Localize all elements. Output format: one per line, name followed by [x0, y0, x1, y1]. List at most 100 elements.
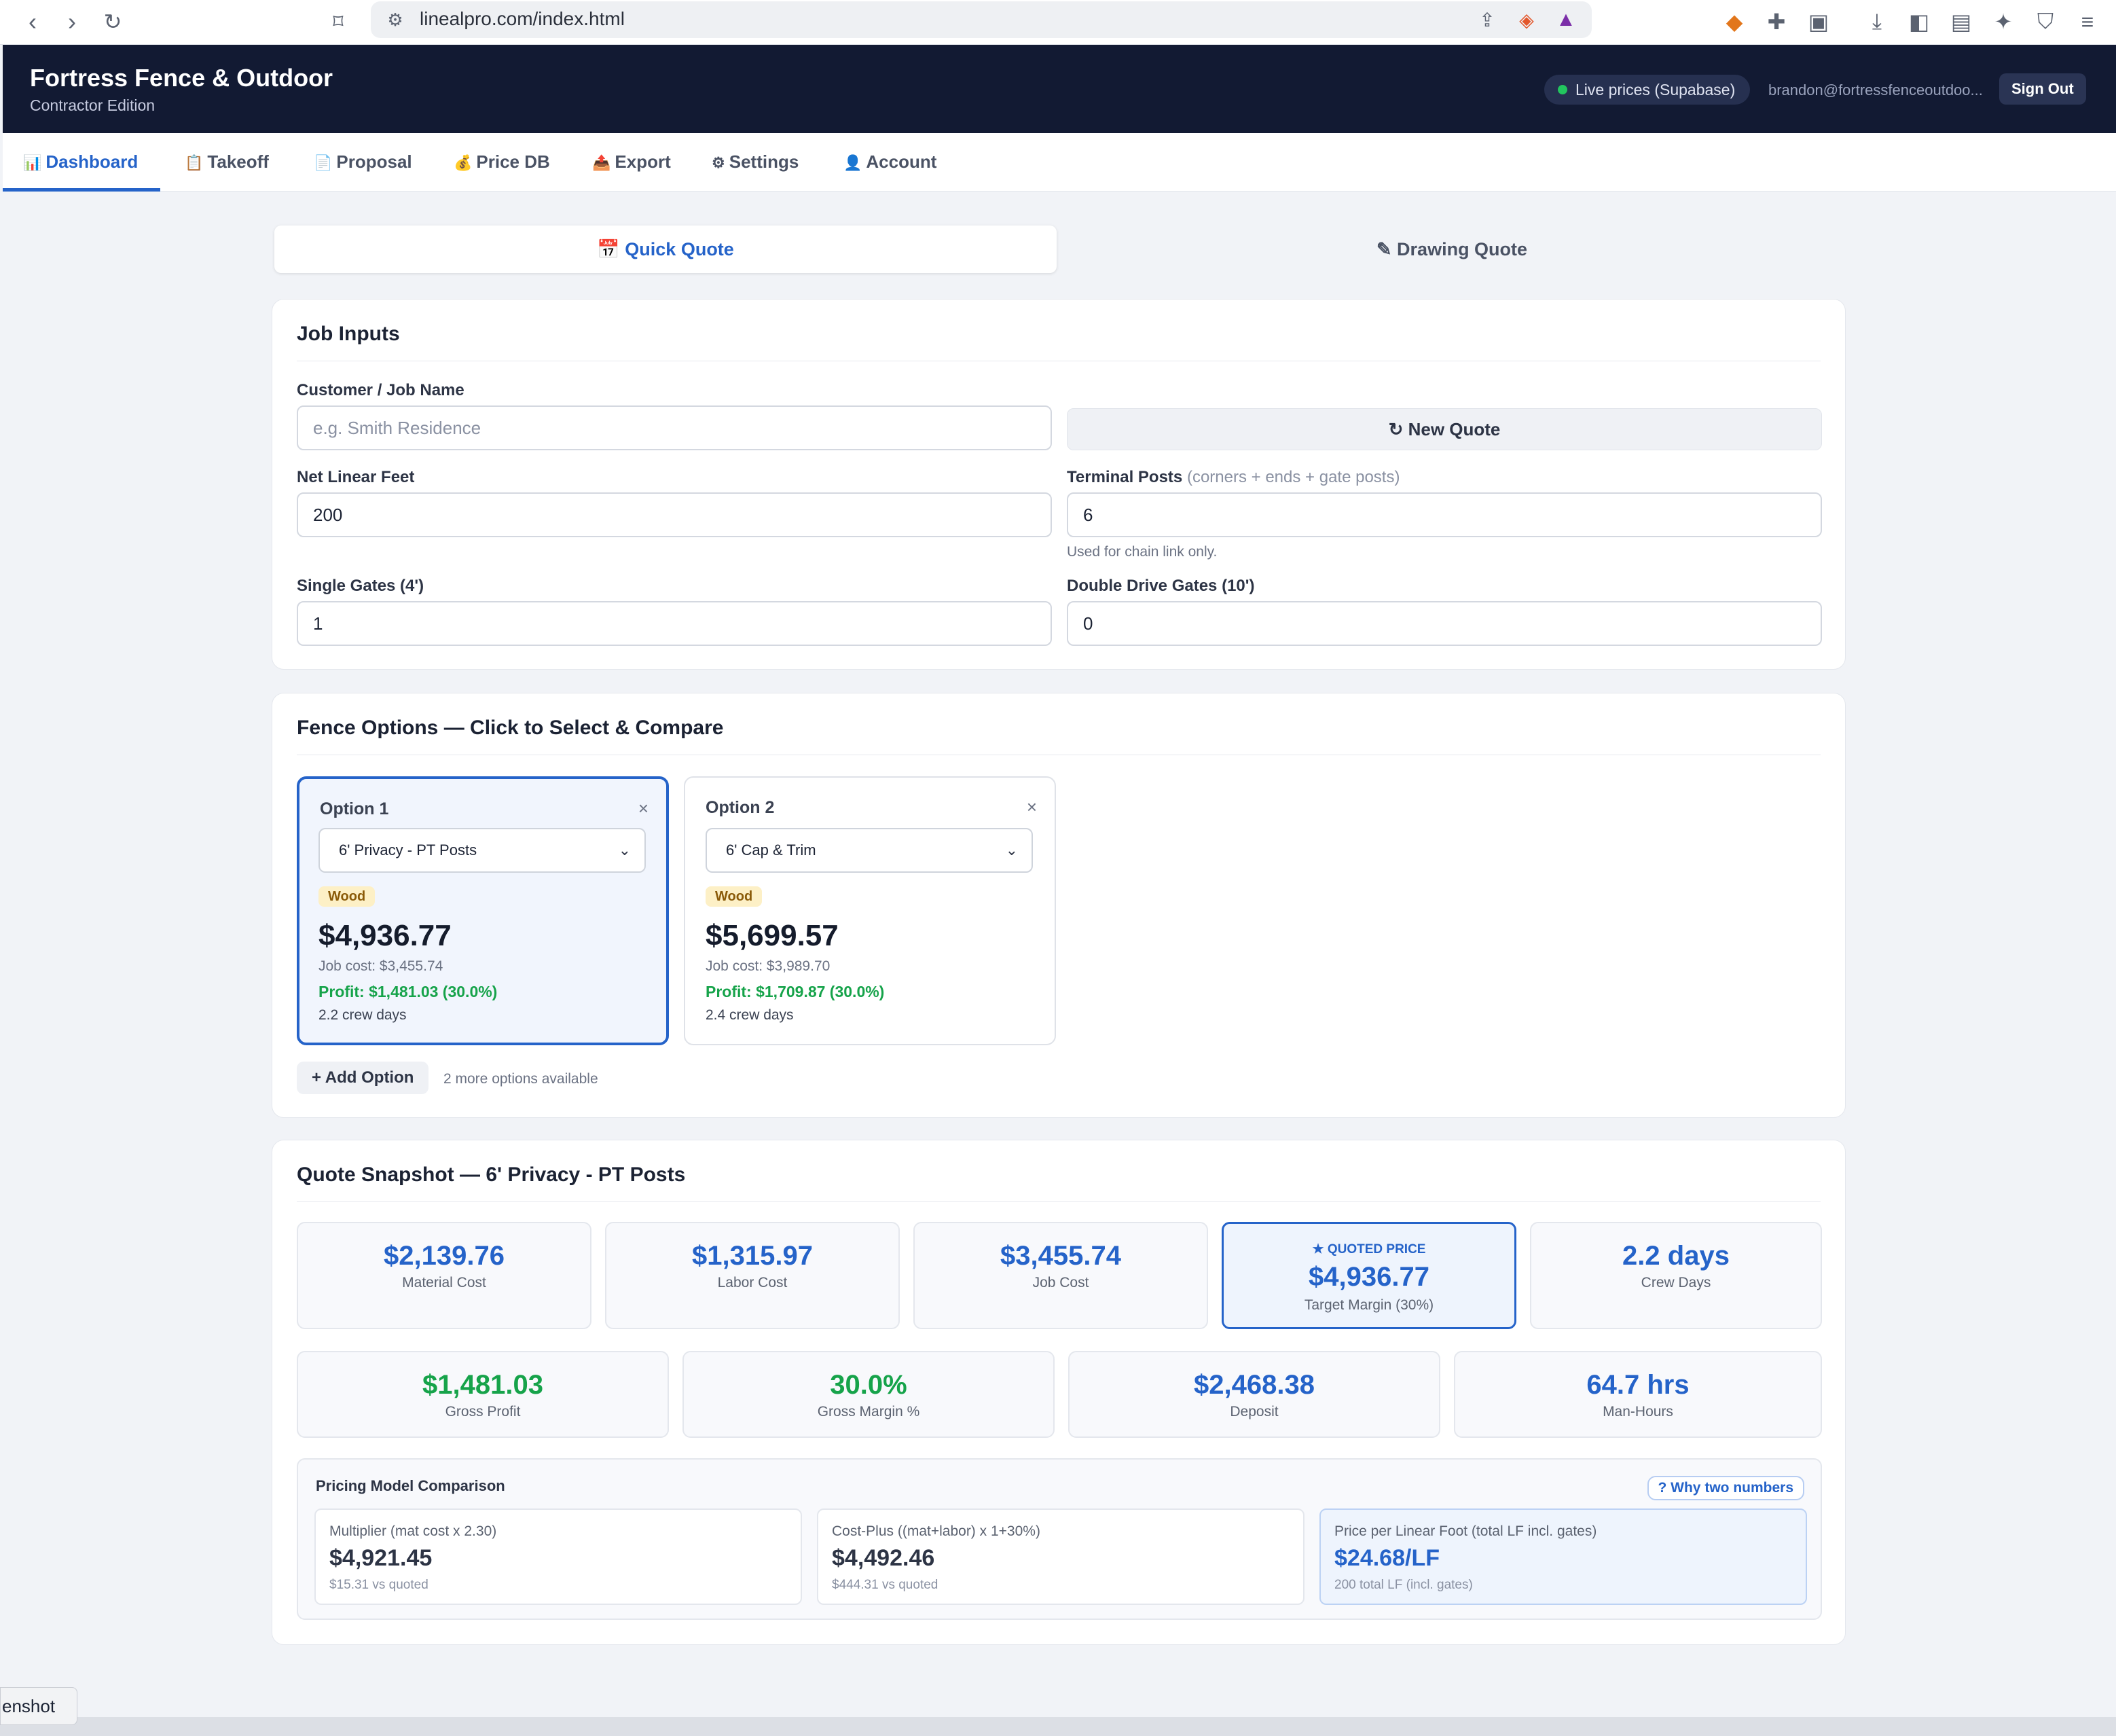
material-badge: Wood	[318, 886, 376, 907]
option-price: $5,699.57	[706, 919, 839, 952]
close-icon[interactable]: ×	[1027, 797, 1037, 818]
metamask-icon[interactable]: ◆	[1718, 5, 1751, 38]
fence-options-card: Fence Options — Click to Select & Compar…	[272, 693, 1846, 1118]
tab-label: Account	[866, 151, 937, 172]
clipboard-icon: 📋	[185, 154, 204, 171]
stat-value: $2,468.38	[1194, 1370, 1315, 1400]
terminal-posts-input[interactable]: 6	[1067, 492, 1822, 537]
tab-export[interactable]: 📤 Export	[572, 133, 691, 192]
status-dot-icon	[1558, 85, 1567, 94]
brand-title: Fortress Fence & Outdoor	[30, 64, 333, 92]
snapshot-title: Quote Snapshot — 6' Privacy - PT Posts	[297, 1163, 686, 1186]
wallet-icon[interactable]: ▤	[1945, 5, 1977, 38]
download-icon[interactable]: ⤓	[1861, 5, 1893, 38]
option-profit: Profit: $1,709.87 (30.0%)	[706, 983, 885, 1000]
reload-icon[interactable]: ↻	[96, 5, 129, 38]
bottom-bar	[0, 1717, 2116, 1736]
multiplier-model: Multiplier (mat cost x 2.30) $4,921.45 $…	[314, 1508, 802, 1605]
fence-type-select[interactable]: 6' Privacy - PT Posts ⌄	[318, 828, 646, 873]
stat-value: $3,455.74	[1000, 1241, 1121, 1271]
fence-type-select[interactable]: 6' Cap & Trim ⌄	[706, 828, 1033, 873]
model-delta: 200 total LF (incl. gates)	[1334, 1578, 1473, 1592]
new-quote-button[interactable]: ↻ New Quote	[1067, 408, 1822, 450]
bookmark-icon[interactable]: ⌑	[322, 5, 354, 38]
option-card-1[interactable]: Option 1 × 6' Privacy - PT Posts ⌄ Wood $…	[297, 776, 669, 1045]
close-icon[interactable]: ×	[638, 798, 649, 819]
job-inputs-card: Job Inputs Customer / Job Name e.g. Smit…	[272, 299, 1846, 670]
model-label: Multiplier (mat cost x 2.30)	[329, 1523, 497, 1539]
crew-days-tile: 2.2 days Crew Days	[1530, 1222, 1822, 1329]
gear-icon: ⚙	[712, 154, 725, 171]
brave-shield-icon[interactable]: ◈	[1510, 3, 1543, 36]
tab-proposal[interactable]: 📄 Proposal	[293, 133, 433, 192]
chevron-down-icon: ⌄	[1005, 842, 1018, 858]
site-settings-icon[interactable]: ⚙	[379, 3, 412, 36]
more-options-note: 2 more options available	[443, 1071, 598, 1087]
model-value: $24.68/LF	[1334, 1545, 1440, 1571]
url-text[interactable]: linealpro.com/index.html	[420, 8, 625, 30]
customer-input[interactable]: e.g. Smith Residence	[297, 405, 1052, 450]
net-lf-label: Net Linear Feet	[297, 468, 415, 486]
model-value: $4,492.46	[832, 1545, 935, 1571]
forward-icon[interactable]: ›	[56, 5, 88, 38]
sidebar-icon[interactable]: ◧	[1903, 5, 1935, 38]
tab-label: Takeoff	[207, 151, 269, 172]
back-icon[interactable]: ‹	[16, 5, 49, 38]
quick-quote-toggle[interactable]: 📅 Quick Quote	[274, 225, 1057, 273]
tab-price-db[interactable]: 💰 Price DB	[433, 133, 570, 192]
stat-label: Job Cost	[1032, 1275, 1089, 1290]
terminal-posts-label-text: Terminal Posts	[1067, 468, 1183, 486]
stat-label: Gross Profit	[445, 1404, 521, 1419]
why-two-numbers-button[interactable]: ? Why two numbers	[1647, 1476, 1804, 1500]
leo-icon[interactable]: ✦	[1987, 5, 2020, 38]
stat-label: Target Margin (30%)	[1304, 1297, 1434, 1313]
model-delta: $15.31 vs quoted	[329, 1578, 428, 1592]
option-card-2[interactable]: Option 2 × 6' Cap & Trim ⌄ Wood $5,699.57…	[684, 776, 1056, 1045]
fence-type-value: 6' Privacy - PT Posts	[339, 842, 477, 858]
tab-account[interactable]: 👤 Account	[823, 133, 957, 192]
sign-out-button[interactable]: Sign Out	[1999, 73, 2086, 105]
deposit-tile: $2,468.38 Deposit	[1068, 1351, 1440, 1438]
option-crew-days: 2.4 crew days	[706, 1007, 794, 1023]
document-icon: 📄	[314, 154, 333, 171]
fence-type-value: 6' Cap & Trim	[726, 842, 816, 858]
double-gates-input[interactable]: 0	[1067, 601, 1822, 646]
tab-label: Proposal	[336, 151, 412, 172]
model-delta: $444.31 vs quoted	[832, 1578, 938, 1592]
add-option-button[interactable]: + Add Option	[297, 1062, 429, 1094]
money-bag-icon: 💰	[454, 154, 473, 171]
option-crew-days: 2.2 crew days	[318, 1007, 407, 1023]
stat-value: 64.7 hrs	[1586, 1370, 1690, 1400]
job-cost-tile: $3,455.74 Job Cost	[913, 1222, 1208, 1329]
net-lf-input[interactable]: 200	[297, 492, 1052, 537]
stat-value: 2.2 days	[1622, 1241, 1730, 1271]
user-email: brandon@fortressfenceoutdoo...	[1768, 82, 1983, 98]
stat-value: $4,936.77	[1309, 1262, 1429, 1292]
tab-dashboard[interactable]: 📊 Dashboard	[3, 133, 160, 192]
divider	[297, 1201, 1821, 1202]
address-bar[interactable]: ⚙ linealpro.com/index.html ⇪ ◈ ▲	[371, 1, 1592, 38]
quote-snapshot-card: Quote Snapshot — 6' Privacy - PT Posts $…	[272, 1140, 1846, 1645]
vpn-icon[interactable]: ⛉	[2029, 5, 2062, 38]
labor-cost-tile: $1,315.97 Labor Cost	[605, 1222, 900, 1329]
tab-takeoff[interactable]: 📋 Takeoff	[164, 133, 289, 192]
tab-settings[interactable]: ⚙ Settings	[691, 133, 819, 192]
pricing-comparison-title: Pricing Model Comparison	[316, 1477, 505, 1494]
single-gates-input[interactable]: 1	[297, 601, 1052, 646]
material-badge: Wood	[706, 886, 763, 907]
model-label: Cost-Plus ((mat+labor) x 1+30%)	[832, 1523, 1040, 1539]
share-icon[interactable]: ⇪	[1471, 3, 1503, 36]
stat-label: Crew Days	[1641, 1275, 1711, 1290]
job-inputs-title: Job Inputs	[297, 323, 400, 345]
reader-icon[interactable]: ▣	[1802, 5, 1835, 38]
drawing-quote-toggle[interactable]: ✎ Drawing Quote	[1063, 225, 1840, 273]
rewards-icon[interactable]: ▲	[1550, 3, 1582, 36]
extensions-icon[interactable]: ✚	[1760, 5, 1793, 38]
browser-toolbar: ‹ › ↻ ⌑ ⚙ linealpro.com/index.html ⇪ ◈ ▲…	[0, 0, 2116, 45]
option-name: Option 2	[706, 798, 775, 817]
cost-plus-model: Cost-Plus ((mat+labor) x 1+30%) $4,492.4…	[817, 1508, 1305, 1605]
brand-subtitle: Contractor Edition	[30, 96, 156, 114]
menu-icon[interactable]: ≡	[2071, 5, 2104, 38]
terminal-posts-hint: (corners + ends + gate posts)	[1186, 468, 1400, 486]
stat-label: Deposit	[1230, 1404, 1279, 1419]
